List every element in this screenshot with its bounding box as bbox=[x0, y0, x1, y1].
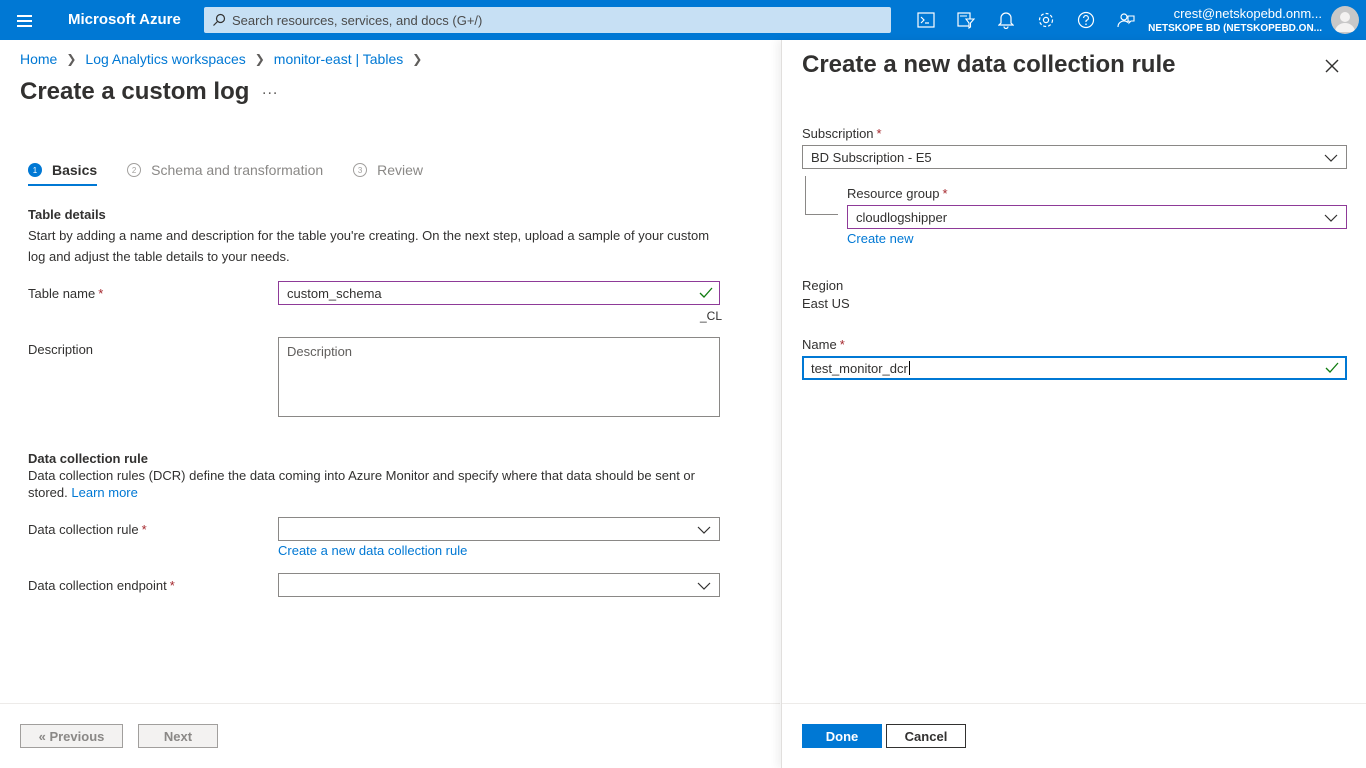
done-button[interactable]: Done bbox=[802, 724, 882, 748]
name-label: Name * bbox=[802, 337, 845, 352]
table-name-field[interactable]: custom_schema bbox=[278, 281, 720, 305]
resource-group-label: Resource group * bbox=[847, 186, 948, 201]
step-label: Basics bbox=[52, 162, 98, 178]
table-name-label: Table name * bbox=[28, 286, 104, 301]
avatar[interactable] bbox=[1331, 6, 1359, 34]
top-bar: Microsoft Azure Search resources, servic… bbox=[0, 0, 1366, 40]
close-icon[interactable] bbox=[1322, 56, 1342, 76]
account-tenant: NETSKOPE BD (NETSKOPEBD.ON... bbox=[1148, 23, 1322, 34]
dcr-label: Data collection rule * bbox=[28, 522, 147, 537]
tab-schema-transformation[interactable]: 2 Schema and transformation bbox=[127, 162, 323, 178]
tree-connector bbox=[805, 214, 838, 215]
step-number: 1 bbox=[28, 163, 42, 177]
footer-divider bbox=[782, 703, 1366, 704]
search-icon bbox=[213, 13, 226, 26]
dcr-dropdown[interactable] bbox=[278, 517, 720, 541]
breadcrumb-home[interactable]: Home bbox=[20, 51, 57, 67]
subscription-label: Subscription * bbox=[802, 126, 882, 141]
cancel-button[interactable]: Cancel bbox=[886, 724, 966, 748]
create-dcr-panel: Create a new data collection rule Subscr… bbox=[781, 40, 1366, 768]
table-details-description: Start by adding a name and description f… bbox=[28, 228, 710, 264]
text-caret bbox=[908, 361, 910, 375]
cloud-shell-icon[interactable] bbox=[914, 8, 938, 32]
breadcrumb-tables[interactable]: monitor-east | Tables bbox=[274, 51, 403, 67]
more-options-icon[interactable]: ... bbox=[262, 81, 278, 99]
account-email: crest@netskopebd.onm... bbox=[1173, 6, 1322, 21]
brand-title[interactable]: Microsoft Azure bbox=[68, 11, 181, 28]
tab-basics[interactable]: 1 Basics bbox=[28, 162, 98, 186]
feedback-icon[interactable] bbox=[1114, 8, 1138, 32]
chevron-right-icon: ❯ bbox=[66, 52, 77, 66]
table-details-heading: Table details bbox=[28, 207, 106, 222]
checkmark-icon bbox=[699, 287, 713, 298]
directory-filter-icon[interactable] bbox=[954, 8, 978, 32]
step-number: 2 bbox=[127, 163, 142, 177]
step-number: 3 bbox=[353, 163, 368, 177]
footer-divider bbox=[0, 703, 780, 704]
dcr-heading: Data collection rule bbox=[28, 451, 148, 466]
breadcrumb-log-analytics[interactable]: Log Analytics workspaces bbox=[85, 51, 245, 67]
help-icon[interactable] bbox=[1074, 8, 1098, 32]
dcr-name-value: test_monitor_dcr bbox=[811, 360, 908, 376]
page-title: Create a custom log bbox=[20, 78, 250, 105]
notifications-icon[interactable] bbox=[994, 8, 1018, 32]
chevron-down-icon bbox=[697, 526, 711, 534]
learn-more-link[interactable]: Learn more bbox=[71, 485, 137, 500]
table-name-value: custom_schema bbox=[287, 285, 382, 301]
previous-button[interactable]: « Previous bbox=[20, 724, 123, 748]
step-label: Schema and transformation bbox=[151, 162, 324, 178]
dce-dropdown[interactable] bbox=[278, 573, 720, 597]
chevron-right-icon: ❯ bbox=[254, 52, 265, 66]
tab-review[interactable]: 3 Review bbox=[353, 162, 423, 178]
dcr-description: Data collection rules (DCR) define the d… bbox=[28, 468, 695, 500]
subscription-dropdown[interactable]: BD Subscription - E5 bbox=[802, 145, 1347, 169]
chevron-down-icon bbox=[697, 582, 711, 590]
create-dcr-link[interactable]: Create a new data collection rule bbox=[278, 543, 467, 558]
resource-group-dropdown[interactable]: cloudlogshipper bbox=[847, 205, 1347, 229]
next-button[interactable]: Next bbox=[138, 724, 218, 748]
checkmark-icon bbox=[1325, 362, 1339, 373]
panel-title: Create a new data collection rule bbox=[802, 51, 1176, 78]
tree-connector bbox=[805, 176, 806, 215]
portal-menu-button[interactable] bbox=[10, 9, 40, 31]
subscription-value: BD Subscription - E5 bbox=[811, 149, 932, 165]
global-search-input[interactable]: Search resources, services, and docs (G+… bbox=[204, 7, 891, 33]
breadcrumb: Home ❯ Log Analytics workspaces ❯ monito… bbox=[20, 51, 431, 67]
dcr-name-field[interactable]: test_monitor_dcr bbox=[802, 356, 1347, 380]
chevron-down-icon bbox=[1324, 214, 1338, 222]
chevron-right-icon: ❯ bbox=[412, 52, 423, 66]
account-menu[interactable]: crest@netskopebd.onm... NETSKOPE BD (NET… bbox=[1148, 6, 1322, 34]
wizard-steps: 1 Basics 2 Schema and transformation 3 R… bbox=[28, 162, 453, 186]
region-value: East US bbox=[802, 296, 850, 311]
dce-label: Data collection endpoint * bbox=[28, 578, 175, 593]
settings-icon[interactable] bbox=[1034, 8, 1058, 32]
search-placeholder: Search resources, services, and docs (G+… bbox=[232, 12, 483, 28]
chevron-down-icon bbox=[1324, 154, 1338, 162]
description-field[interactable]: Description bbox=[278, 337, 720, 417]
step-label: Review bbox=[377, 162, 424, 178]
resource-group-value: cloudlogshipper bbox=[856, 209, 948, 225]
region-label: Region bbox=[802, 278, 844, 293]
description-label: Description bbox=[28, 342, 94, 357]
table-name-suffix: _CL bbox=[700, 309, 723, 323]
create-new-resource-group-link[interactable]: Create new bbox=[847, 231, 913, 246]
create-custom-log-blade: Home ❯ Log Analytics workspaces ❯ monito… bbox=[0, 40, 780, 768]
